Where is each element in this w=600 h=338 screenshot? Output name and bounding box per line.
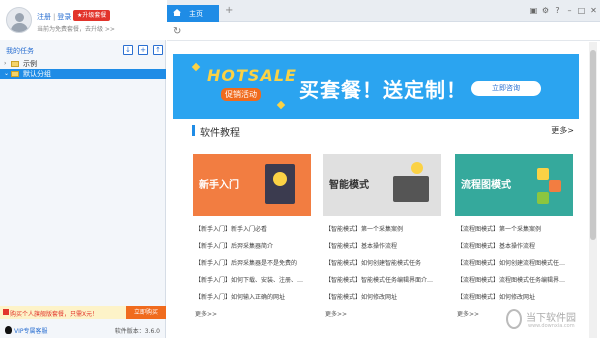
puzzle-piece-icon xyxy=(537,168,549,180)
scrollbar-thumb[interactable] xyxy=(590,50,596,240)
watermark: 当下软件园 www.downxia.com xyxy=(506,305,596,335)
list-item[interactable]: 【智能模式】如何修改网址 xyxy=(325,292,441,309)
list-item[interactable]: 【流程图模式】第一个采集案例 xyxy=(457,224,573,241)
login-sep: | xyxy=(53,13,56,21)
collapse-icon[interactable]: ⌄ xyxy=(4,69,9,79)
list-item[interactable]: 【流程图模式】流程图模式任务编辑界… xyxy=(457,275,573,292)
list-item[interactable]: 【新手入门】如何下载、安装、注册、… xyxy=(195,275,311,292)
list-item[interactable]: 【智能模式】基本操作流程 xyxy=(325,241,441,258)
card-more-link[interactable]: 更多>> xyxy=(325,309,441,326)
watermark-text: 当下软件园 xyxy=(526,313,576,324)
user-header: 注册 | 登录 ★升级套餐 当前为免费套餐，去升级 >> xyxy=(0,0,166,40)
tree-label: 默认分组 xyxy=(23,70,51,78)
card-more-link[interactable]: 更多>> xyxy=(195,309,311,326)
list-item[interactable]: 【智能模式】第一个采集案例 xyxy=(325,224,441,241)
tree-item-default-group[interactable]: ⌄ 默认分组 xyxy=(0,69,166,79)
hotsale-logo: HOTSALE xyxy=(207,66,297,85)
tab-home-label: 主页 xyxy=(189,10,203,18)
list-item[interactable]: 【新手入门】如何输入正确的网址 xyxy=(195,292,311,309)
close-button[interactable]: ✕ xyxy=(589,6,598,15)
skin-icon[interactable]: ▣ xyxy=(529,6,538,15)
list-item[interactable]: 【智能模式】如何创建智能模式任务 xyxy=(325,258,441,275)
card-title: 智能模式 xyxy=(329,180,369,191)
export-icon[interactable]: ↑ xyxy=(153,45,163,55)
promo-text: 购买个人旗舰版套餐，只需X元！ xyxy=(10,311,99,318)
add-task-icon[interactable]: + xyxy=(138,45,148,55)
tree-item-example[interactable]: › 示例 xyxy=(0,59,166,69)
banner-slogan: 买套餐！送定制！ xyxy=(299,78,467,102)
maximize-button[interactable]: □ xyxy=(577,6,586,15)
promo-banner[interactable]: HOTSALE 促销活动 买套餐！送定制！ 立即咨询 xyxy=(173,54,579,119)
consult-button[interactable]: 立即咨询 xyxy=(471,81,541,96)
upgrade-button[interactable]: ★升级套餐 xyxy=(73,10,111,21)
tab-bar: 主页 + ▣ ⚙ ? – □ ✕ xyxy=(167,0,600,22)
card-links: 【智能模式】第一个采集案例 【智能模式】基本操作流程 【智能模式】如何创建智能模… xyxy=(325,224,441,326)
card-title: 流程图模式 xyxy=(461,180,511,191)
sparkle-decoration xyxy=(276,100,286,110)
avatar[interactable] xyxy=(6,7,32,33)
scrollbar[interactable] xyxy=(589,42,597,338)
add-tab-button[interactable]: + xyxy=(225,5,233,16)
help-icon[interactable]: ? xyxy=(553,6,562,15)
home-icon xyxy=(173,9,181,16)
card-title: 新手入门 xyxy=(199,180,239,191)
puzzle-piece-icon xyxy=(537,192,549,204)
puzzle-piece-icon xyxy=(549,180,561,192)
list-item[interactable]: 【流程图模式】基本操作流程 xyxy=(457,241,573,258)
more-link[interactable]: 更多> xyxy=(551,125,574,136)
gift-icon xyxy=(3,309,9,315)
expand-icon[interactable]: › xyxy=(4,59,6,69)
card-image[interactable]: 智能模式 xyxy=(323,154,441,216)
minimize-button[interactable]: – xyxy=(565,6,574,15)
tasks-title: 我的任务 xyxy=(6,47,34,55)
version-label: 软件版本：3.6.0 xyxy=(114,328,160,335)
card-image[interactable]: 新手入门 xyxy=(193,154,311,216)
home-content: HOTSALE 促销活动 买套餐！送定制！ 立即咨询 软件教程 更多> 新手入门… xyxy=(167,42,585,338)
register-link[interactable]: 注册 xyxy=(37,13,51,21)
qq-icon xyxy=(5,326,12,334)
card-links: 【新手入门】新手入门必看 【新手入门】后羿采集器简介 【新手入门】后羿采集器是不… xyxy=(195,224,311,326)
watermark-url: www.downxia.com xyxy=(528,323,575,329)
tab-home[interactable]: 主页 xyxy=(167,5,219,22)
section-accent xyxy=(192,125,195,136)
list-item[interactable]: 【新手入门】后羿采集器简介 xyxy=(195,241,311,258)
login-links: 注册 | 登录 xyxy=(37,12,71,22)
lightbulb-icon xyxy=(411,162,423,174)
buy-now-button[interactable]: 立即购买 xyxy=(126,306,166,319)
refresh-icon[interactable]: ↻ xyxy=(173,26,181,37)
folder-icon xyxy=(11,61,19,67)
section-title: 软件教程 xyxy=(200,128,240,139)
tasks-header: 我的任务 ↓ + ↑ xyxy=(0,44,166,56)
upgrade-label: 升级套餐 xyxy=(82,12,107,19)
watermark-logo-icon xyxy=(506,309,522,329)
card-image[interactable]: 流程图模式 xyxy=(455,154,573,216)
list-item[interactable]: 【新手入门】后羿采集器是不是免费的 xyxy=(195,258,311,275)
tree-label: 示例 xyxy=(23,60,37,68)
sparkle-decoration xyxy=(191,62,201,72)
list-item[interactable]: 【智能模式】智能模式任务编辑界面介… xyxy=(325,275,441,292)
nav-bar: ↻ xyxy=(167,23,600,41)
login-link[interactable]: 登录 xyxy=(57,13,71,21)
hotsale-subtitle: 促销活动 xyxy=(221,88,261,101)
vip-support-link[interactable]: VIP专属客服 xyxy=(14,326,48,335)
folder-icon xyxy=(11,71,19,77)
list-item[interactable]: 【流程图模式】如何创建流程图模式任… xyxy=(457,258,573,275)
settings-icon[interactable]: ⚙ xyxy=(541,6,550,15)
machine-illustration xyxy=(393,176,429,202)
section-header: 软件教程 更多> xyxy=(192,124,574,139)
footer: VIP专属客服 软件版本：3.6.0 xyxy=(0,321,166,338)
lightbulb-icon xyxy=(273,172,287,186)
list-item[interactable]: 【新手入门】新手入门必看 xyxy=(195,224,311,241)
free-plan-tip[interactable]: 当前为免费套餐，去升级 >> xyxy=(37,24,115,33)
promo-bar: 购买个人旗舰版套餐，只需X元！ 立即购买 xyxy=(0,306,166,319)
left-panel: 注册 | 登录 ★升级套餐 当前为免费套餐，去升级 >> 我的任务 ↓ + ↑ › … xyxy=(0,0,166,338)
import-icon[interactable]: ↓ xyxy=(123,45,133,55)
